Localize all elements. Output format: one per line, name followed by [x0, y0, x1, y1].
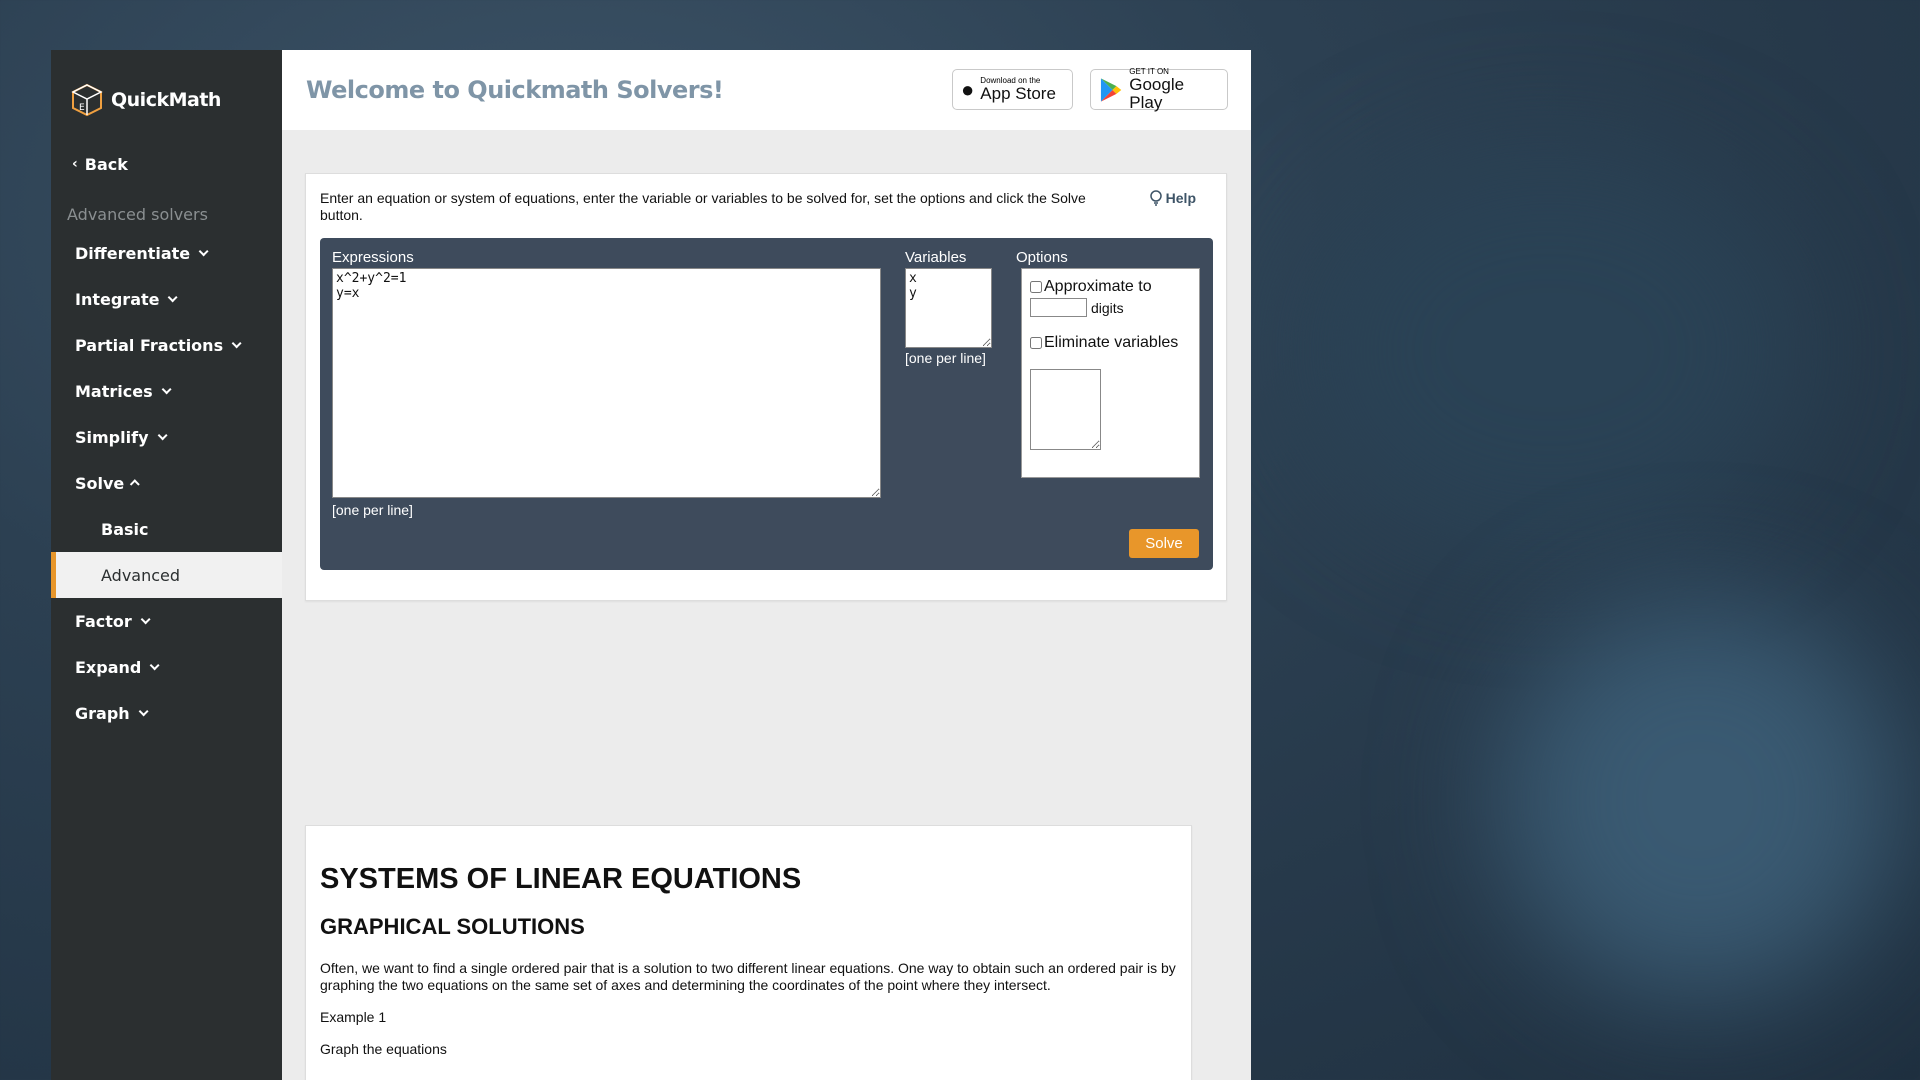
- main-content: Welcome to Quickmath Solvers! ● Download…: [282, 50, 1251, 1080]
- app-store-text: Download on the App Store: [980, 76, 1056, 103]
- article-instruction: Graph the equations: [320, 1041, 447, 1057]
- sidebar-item-differentiate[interactable]: Differentiate: [51, 230, 282, 276]
- app-store-button[interactable]: ● Download on the App Store: [952, 69, 1073, 110]
- approximate-checkbox[interactable]: [1030, 281, 1042, 293]
- svg-text:E: E: [79, 103, 85, 113]
- sidebar-item-simplify[interactable]: Simplify: [51, 414, 282, 460]
- approximate-row: Approximate to: [1030, 278, 1152, 296]
- solve-button[interactable]: Solve: [1129, 529, 1199, 558]
- article-card: SYSTEMS OF LINEAR EQUATIONS GRAPHICAL SO…: [305, 825, 1192, 1080]
- chevron-down-icon: [157, 429, 168, 440]
- sidebar-item-integrate[interactable]: Integrate: [51, 276, 282, 322]
- back-label: Back: [84, 154, 128, 174]
- app-store-big: App Store: [980, 84, 1056, 103]
- sidebar: E QuickMath ‹ Back Advanced solvers Diff…: [51, 50, 282, 1080]
- chevron-down-icon: [231, 337, 242, 348]
- sidebar-item-label: Matrices: [75, 381, 153, 401]
- chevron-left-icon: ‹: [72, 156, 78, 172]
- google-play-big: Google Play: [1129, 75, 1185, 112]
- expressions-note: [one per line]: [332, 502, 413, 518]
- article-heading: SYSTEMS OF LINEAR EQUATIONS: [320, 863, 802, 895]
- sidebar-item-partial-fractions[interactable]: Partial Fractions: [51, 322, 282, 368]
- eliminate-textarea[interactable]: [1030, 369, 1101, 450]
- chevron-down-icon: [150, 659, 160, 670]
- chevron-down-icon: [168, 291, 179, 302]
- section-label: Advanced solvers: [67, 205, 208, 224]
- digits-input[interactable]: [1030, 298, 1087, 317]
- expressions-label: Expressions: [332, 249, 414, 266]
- expressions-textarea[interactable]: x^2+y^2=1 y=x: [332, 268, 881, 498]
- approximate-label: Approximate to: [1044, 278, 1152, 295]
- sidebar-subitem-advanced[interactable]: Advanced: [51, 552, 282, 598]
- article-subheading: GRAPHICAL SOLUTIONS: [320, 914, 585, 939]
- variables-label: Variables: [905, 249, 967, 266]
- sidebar-item-label: Solve: [75, 473, 125, 493]
- chevron-down-icon: [138, 705, 149, 716]
- logo[interactable]: E QuickMath: [51, 50, 282, 149]
- sidebar-item-label: Integrate: [75, 289, 160, 309]
- digits-label: digits: [1091, 299, 1124, 316]
- sidebar-subitem-label: Basic: [101, 519, 149, 539]
- sidebar-item-label: Graph: [75, 703, 130, 723]
- sidebar-item-matrices[interactable]: Matrices: [51, 368, 282, 414]
- article-example-label: Example 1: [320, 1009, 387, 1025]
- variables-textarea[interactable]: x y: [905, 268, 992, 348]
- eliminate-label: Eliminate variables: [1044, 334, 1179, 351]
- solver-intro: Enter an equation or system of equations…: [320, 190, 1086, 223]
- solver-card: Enter an equation or system of equations…: [305, 173, 1227, 601]
- chevron-up-icon: [130, 478, 141, 489]
- sidebar-item-factor[interactable]: Factor: [51, 598, 282, 644]
- options-label: Options: [1016, 249, 1068, 266]
- sidebar-item-graph[interactable]: Graph: [51, 690, 282, 736]
- sidebar-item-solve[interactable]: Solve: [51, 460, 282, 506]
- sidebar-item-label: Factor: [75, 611, 132, 631]
- solver-panel: Expressions x^2+y^2=1 y=x [one per line]…: [320, 238, 1213, 570]
- quickmath-logo-icon: E: [71, 83, 103, 116]
- app-window: E QuickMath ‹ Back Advanced solvers Diff…: [51, 50, 1251, 1080]
- digits-row: digits: [1030, 298, 1124, 317]
- chevron-down-icon: [140, 613, 151, 624]
- google-play-button[interactable]: GET IT ON Google Play: [1090, 67, 1228, 112]
- lightbulb-icon: [1149, 190, 1162, 206]
- eliminate-checkbox[interactable]: [1030, 337, 1042, 349]
- sidebar-item-label: Expand: [75, 657, 142, 677]
- sidebar-item-label: Differentiate: [75, 243, 191, 263]
- apple-icon: ●: [961, 76, 975, 102]
- sidebar-subitem-basic[interactable]: Basic: [51, 506, 282, 552]
- header: Welcome to Quickmath Solvers! ● Download…: [282, 50, 1251, 130]
- sidebar-item-label: Partial Fractions: [75, 335, 224, 355]
- chevron-down-icon: [198, 245, 209, 256]
- help-link[interactable]: Help: [1149, 190, 1196, 206]
- variables-note: [one per line]: [905, 350, 986, 366]
- logo-text: QuickMath: [111, 88, 221, 111]
- sidebar-subitem-label: Advanced: [101, 565, 181, 585]
- article-paragraph: Often, we want to find a single ordered …: [320, 960, 1176, 993]
- sidebar-item-label: Simplify: [75, 427, 149, 447]
- back-link[interactable]: ‹ Back: [51, 149, 282, 179]
- options-box: Approximate to digits Eliminate variable…: [1021, 268, 1200, 478]
- google-play-text: GET IT ON Google Play: [1129, 67, 1219, 112]
- google-play-icon: [1100, 77, 1122, 102]
- help-label: Help: [1165, 190, 1196, 206]
- page-title: Welcome to Quickmath Solvers!: [306, 76, 724, 104]
- sidebar-item-expand[interactable]: Expand: [51, 644, 282, 690]
- chevron-down-icon: [161, 383, 172, 394]
- eliminate-row: Eliminate variables: [1030, 334, 1178, 352]
